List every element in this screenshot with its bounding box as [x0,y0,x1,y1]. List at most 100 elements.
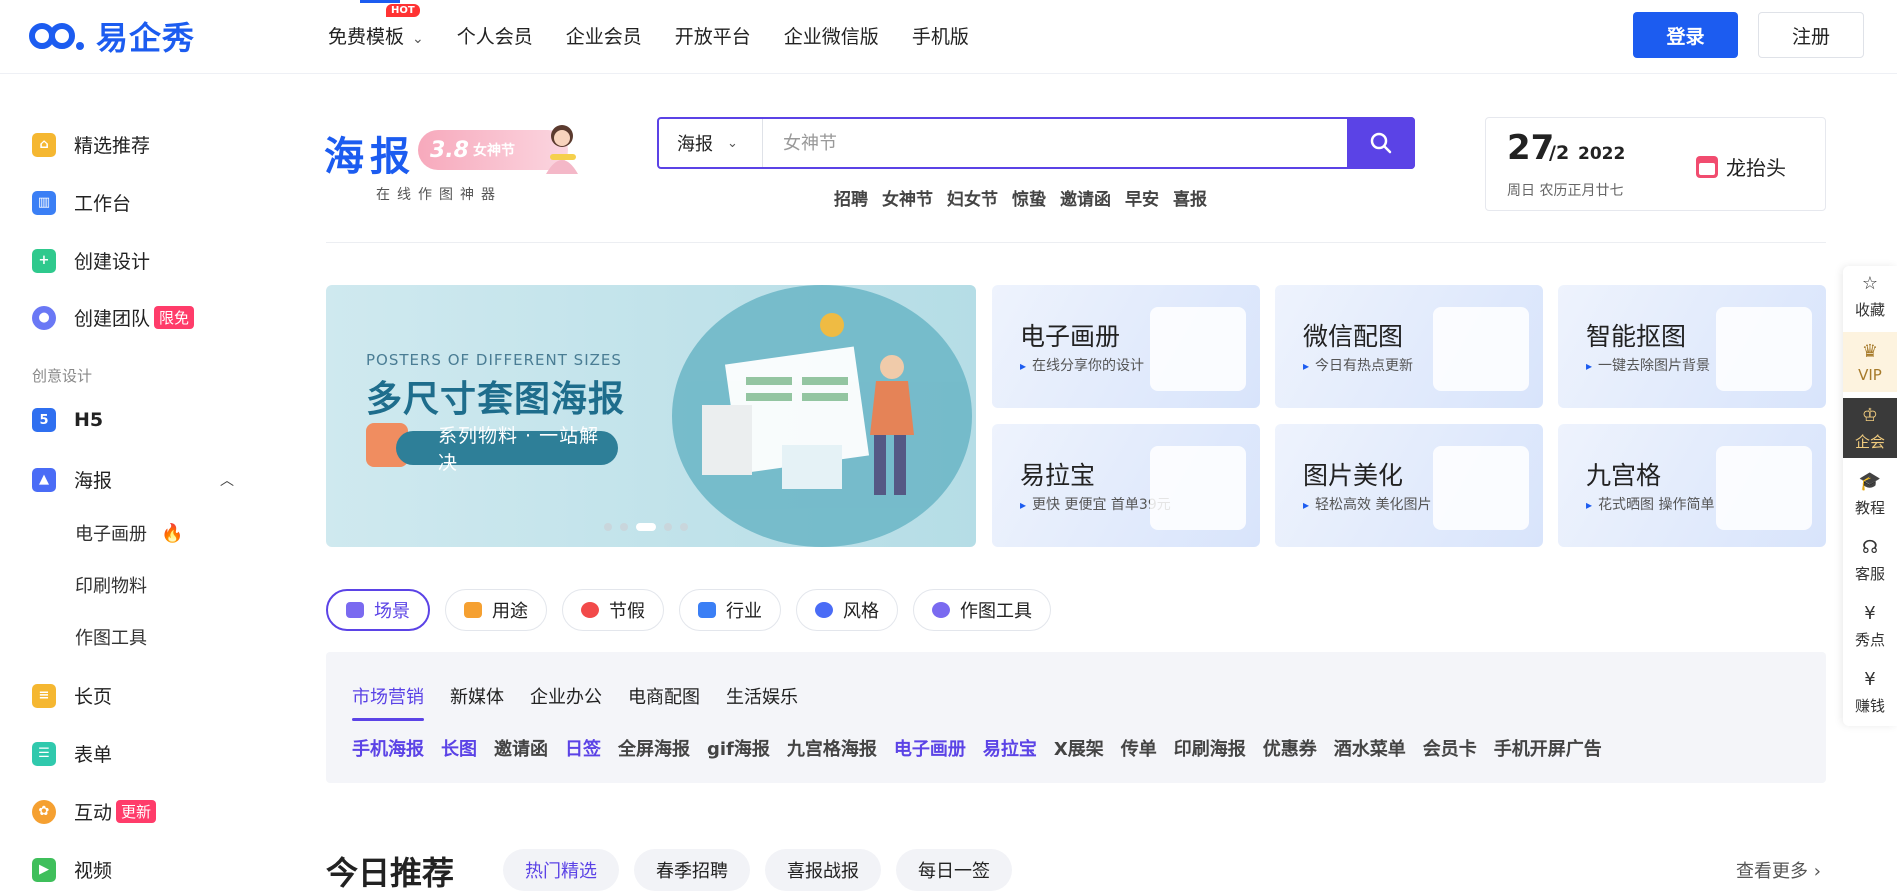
card-wechat-image[interactable]: 微信配图 今日有热点更新 [1275,285,1543,408]
banner-pill-text: 系列物料 · 一站解决 [438,425,600,474]
nav-enterprise-vip[interactable]: 企业会员 [566,22,642,49]
carousel-dot[interactable] [664,523,672,531]
sidebar-item-create-design[interactable]: + 创建设计 [32,247,150,274]
search-input[interactable] [763,119,1347,167]
search-icon [1370,132,1392,154]
search-button[interactable] [1347,117,1415,169]
sidebar: ⌂ 精选推荐 ▥ 工作台 + 创建设计 ● 创建团队 限免 创意设计 5 H5 … [0,74,290,893]
home-icon: ⌂ [32,132,56,157]
sub-tab-lifestyle[interactable]: 生活娱乐 [726,683,798,721]
tag-item[interactable]: 长图 [441,735,477,761]
nav-wecom[interactable]: 企业微信版 [784,22,879,49]
hot-word[interactable]: 邀请函 [1060,185,1111,210]
chevron-up-icon[interactable]: ︿ [220,470,234,490]
sidebar-item-workbench[interactable]: ▥ 工作台 [32,189,131,216]
nav-item-label: 免费模板 [328,25,405,48]
hot-word[interactable]: 女神节 [882,185,933,210]
rb-tutorial[interactable]: 🎓 教程 [1843,464,1897,524]
sidebar-item-h5[interactable]: 5 H5 [32,408,103,432]
rec-tab-good-news[interactable]: 喜报战报 [765,849,881,891]
nav-free-templates[interactable]: 免费模板 ⌄ HOT [328,3,424,49]
nav-open-platform[interactable]: 开放平台 [675,22,751,49]
sub-tab-marketing[interactable]: 市场营销 [352,683,424,721]
tab-style[interactable]: 风格 [796,589,898,631]
tab-industry[interactable]: 行业 [679,589,781,631]
tab-usage[interactable]: 用途 [445,589,547,631]
sidebar-sub-print[interactable]: 印刷物料 [75,572,147,598]
tag-item[interactable]: 优惠券 [1263,735,1317,761]
card-rollup[interactable]: 易拉宝 更快 更便宜 首单39元 [992,424,1260,547]
sidebar-item-interactive[interactable]: ✿ 互动 更新 [32,798,157,825]
sidebar-sub-tools[interactable]: 作图工具 [75,624,147,650]
login-button[interactable]: 登录 [1633,12,1738,58]
sidebar-item-label: 视频 [74,860,113,882]
beautify-illustration-icon [1433,446,1529,530]
sidebar-item-label: 长页 [74,686,113,708]
rec-tab-hot[interactable]: 热门精选 [503,849,619,891]
date-card[interactable]: 27 /2 2022 周日 农历正月廿七 龙抬头 [1485,117,1826,211]
tag-item[interactable]: gif海报 [707,735,770,761]
rb-enterprise[interactable]: ♔ 企会 [1843,398,1897,458]
tag-item[interactable]: 印刷海报 [1174,735,1246,761]
tag-item[interactable]: 九宫格海报 [787,735,877,761]
tag-item[interactable]: 全屏海报 [618,735,690,761]
carousel-dot-active[interactable] [636,523,656,531]
fire-icon: 🔥 [161,522,184,544]
sidebar-item-label: 工作台 [74,193,132,215]
tab-holiday[interactable]: 节假 [562,589,664,631]
hot-word[interactable]: 惊蛰 [1012,185,1046,210]
wechat-image-illustration-icon [1433,307,1529,391]
tag-item[interactable]: 电子画册 [894,735,966,761]
search-type-select[interactable]: 海报 ⌄ [659,119,763,167]
rec-tab-spring-hiring[interactable]: 春季招聘 [634,849,750,891]
tag-item[interactable]: 邀请函 [494,735,548,761]
sub-tab-ecommerce[interactable]: 电商配图 [628,683,700,721]
hero-banner[interactable]: POSTERS OF DIFFERENT SIZES 多尺寸套图海报 系列物料 … [326,285,976,547]
sidebar-item-form[interactable]: ☰ 表单 [32,740,112,767]
hot-word[interactable]: 招聘 [834,185,868,210]
carousel-dot[interactable] [680,523,688,531]
sub-tab-new-media[interactable]: 新媒体 [450,683,504,721]
carousel-dot[interactable] [620,523,628,531]
brand-logo[interactable]: 易企秀 [26,14,195,58]
rb-support[interactable]: ☊ 客服 [1843,530,1897,590]
nav-personal-vip[interactable]: 个人会员 [457,22,533,49]
carousel-dot[interactable] [604,523,612,531]
tag-item[interactable]: 会员卡 [1423,735,1477,761]
tag-item[interactable]: X展架 [1054,735,1104,761]
rb-vip[interactable]: ♛ VIP [1843,332,1897,392]
card-beautify[interactable]: 图片美化 轻松高效 美化图片 [1275,424,1543,547]
sidebar-sub-ebook[interactable]: 电子画册 🔥 [75,520,183,546]
sidebar-item-create-team[interactable]: ● 创建团队 限免 [32,304,195,331]
card-ebook[interactable]: 电子画册 在线分享你的设计 [992,285,1260,408]
sidebar-item-video[interactable]: ▶ 视频 [32,856,112,883]
rb-favorite[interactable]: ☆ 收藏 [1843,266,1897,326]
tag-item[interactable]: 手机开屏广告 [1494,735,1602,761]
sidebar-item-longpage[interactable]: ≡ 长页 [32,682,112,709]
sidebar-item-featured[interactable]: ⌂ 精选推荐 [32,131,150,158]
tab-scene[interactable]: 场景 [326,589,430,631]
register-button[interactable]: 注册 [1758,12,1864,58]
card-nine-grid[interactable]: 九宫格 花式晒图 操作简单 [1558,424,1826,547]
tag-item[interactable]: 日签 [565,735,601,761]
card-cutout[interactable]: 智能抠图 一键去除图片背景 [1558,285,1826,408]
rb-points[interactable]: ¥ 秀点 [1843,596,1897,656]
rb-label: 秀点 [1854,630,1885,649]
view-more-link[interactable]: 查看更多 › [1736,857,1821,883]
tag-item[interactable]: 手机海报 [352,735,424,761]
rb-label: 收藏 [1854,300,1885,319]
hot-word[interactable]: 喜报 [1173,185,1207,210]
tag-item[interactable]: 传单 [1121,735,1157,761]
sub-tab-office[interactable]: 企业办公 [530,683,602,721]
hot-word[interactable]: 早安 [1125,185,1159,210]
tab-tools[interactable]: 作图工具 [913,589,1051,631]
rec-tab-daily-sign[interactable]: 每日一签 [896,849,1012,891]
tag-item[interactable]: 酒水菜单 [1334,735,1406,761]
sidebar-item-poster[interactable]: ▲ 海报 [32,466,112,493]
nav-mobile[interactable]: 手机版 [912,22,969,49]
category-tabs: 场景 用途 节假 行业 风格 作图工具 [326,589,1066,631]
hot-word[interactable]: 妇女节 [947,185,998,210]
tag-item[interactable]: 易拉宝 [983,735,1037,761]
rb-earn[interactable]: ¥ 赚钱 [1843,662,1897,722]
h5-icon: 5 [32,408,56,432]
